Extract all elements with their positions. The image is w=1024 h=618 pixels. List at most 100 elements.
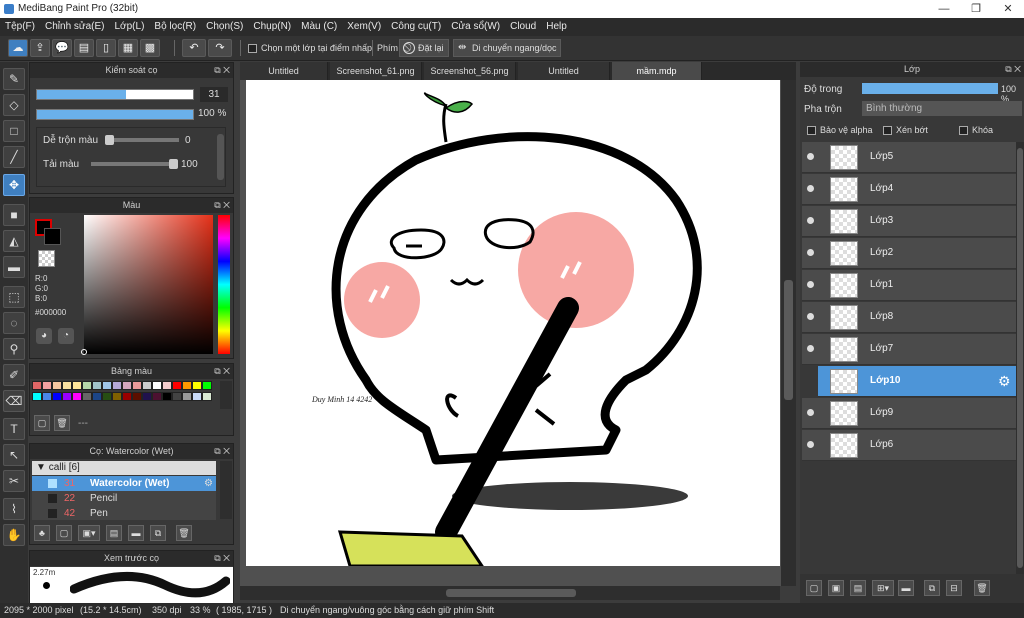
- eye-icon[interactable]: [807, 409, 814, 416]
- gear-icon[interactable]: ⚙: [204, 476, 213, 491]
- new-color-layer-icon[interactable]: ▣: [828, 580, 844, 596]
- palette-swatch[interactable]: [122, 392, 132, 401]
- layer-row[interactable]: Lớp4: [802, 174, 1016, 205]
- menu-item[interactable]: Xem(V): [342, 18, 386, 36]
- canvas-vertical-scrollbar[interactable]: [781, 80, 796, 586]
- palette-swatch[interactable]: [62, 392, 72, 401]
- brush-folder-icon[interactable]: ▬: [128, 525, 144, 541]
- protect-alpha-checkbox[interactable]: [807, 125, 816, 136]
- layer-row[interactable]: Lớp2: [802, 238, 1016, 269]
- magic-wand-tool-icon[interactable]: ⚲: [3, 338, 25, 360]
- tab-untitled-1[interactable]: Untitled: [240, 62, 328, 80]
- select-rect-tool-icon[interactable]: ⬚: [3, 286, 25, 308]
- gradient-tool-icon[interactable]: ▬: [3, 256, 25, 278]
- blend-mode-select[interactable]: Bình thường: [862, 101, 1022, 116]
- lock-checkbox[interactable]: [959, 125, 968, 136]
- palette-swatch[interactable]: [72, 392, 82, 401]
- undo-icon[interactable]: ↶: [182, 39, 206, 57]
- panel-controls-icon[interactable]: ⧉ ✕: [1005, 62, 1021, 77]
- move-tool-icon[interactable]: ✥: [3, 174, 25, 196]
- layer-row[interactable]: Lớp1: [802, 270, 1016, 301]
- palette-swatch[interactable]: [202, 381, 212, 390]
- fill-rect-tool-icon[interactable]: ■: [3, 204, 25, 226]
- layer-row[interactable]: Lớp10 ⚙: [818, 366, 1016, 397]
- upload-icon[interactable]: ⇪: [30, 39, 50, 57]
- menu-item[interactable]: Chụp(N): [248, 18, 296, 36]
- palette-swatch[interactable]: [102, 381, 112, 390]
- pen-tool-icon[interactable]: ╱: [3, 146, 25, 168]
- brush-opacity-slider[interactable]: [36, 109, 194, 120]
- blend-knob[interactable]: [105, 135, 114, 145]
- new-brush-icon[interactable]: ▢: [56, 525, 72, 541]
- panel-controls-icon[interactable]: ⧉ ✕: [214, 63, 230, 78]
- tab-untitled-2[interactable]: Untitled: [518, 62, 610, 80]
- layer-scrollbar[interactable]: [1016, 142, 1024, 576]
- reset-button[interactable]: ⃠ Đặt lại: [399, 39, 449, 57]
- gear-icon[interactable]: ⚙: [998, 373, 1011, 390]
- rectangle-tool-icon[interactable]: □: [3, 120, 25, 142]
- layer-row[interactable]: Lớp8: [802, 302, 1016, 333]
- palette-scrollbar[interactable]: [220, 381, 232, 409]
- menu-item[interactable]: Cloud: [505, 18, 541, 36]
- comment-icon[interactable]: ▤: [74, 39, 94, 57]
- color-wheel-icon[interactable]: ◕: [36, 328, 52, 344]
- palette-swatch[interactable]: [202, 392, 212, 401]
- palette-swatch[interactable]: [72, 381, 82, 390]
- close-icon[interactable]: ✕: [992, 0, 1024, 18]
- new-halftone-layer-icon[interactable]: ▤: [850, 580, 866, 596]
- tab-mam[interactable]: mầm.mdp: [612, 62, 702, 80]
- eraser-tool-icon[interactable]: ◇: [3, 94, 25, 116]
- color-saturation-picker[interactable]: [81, 215, 213, 355]
- menu-item[interactable]: Chỉnh sửa(E): [40, 18, 110, 36]
- palette-swatch[interactable]: [62, 381, 72, 390]
- layer-opacity-slider[interactable]: [862, 83, 998, 94]
- menu-item[interactable]: Help: [541, 18, 572, 36]
- canvas-horizontal-scrollbar[interactable]: [240, 586, 780, 600]
- eye-icon[interactable]: [807, 249, 814, 256]
- layer-row[interactable]: Lớp9: [802, 398, 1016, 429]
- refill-knob[interactable]: [169, 159, 178, 169]
- palette-swatch[interactable]: [132, 381, 142, 390]
- blend-slider[interactable]: [105, 135, 179, 145]
- brush-group[interactable]: ▼ calli [6]: [32, 461, 216, 475]
- menu-item[interactable]: Bộ lọc(R): [149, 18, 201, 36]
- palette-swatch[interactable]: [142, 392, 152, 401]
- tab-screenshot-56[interactable]: Screenshot_56.png: [424, 62, 516, 80]
- lasso-tool-icon[interactable]: ◌: [3, 312, 25, 334]
- delete-palette-icon[interactable]: 🗑: [54, 415, 70, 431]
- eye-icon[interactable]: [807, 153, 814, 160]
- eyedropper-tool-icon[interactable]: ⌇: [3, 498, 25, 520]
- eye-icon[interactable]: [807, 185, 814, 192]
- hand-tool-icon[interactable]: ✋: [3, 524, 25, 546]
- select-layer-checkbox[interactable]: [248, 43, 257, 54]
- add-layer-menu-icon[interactable]: ⊞▾: [872, 580, 894, 596]
- layer-row[interactable]: Lớp3: [802, 206, 1016, 237]
- brush-size-value[interactable]: 31: [200, 87, 228, 102]
- duplicate-layer-icon[interactable]: ⧉: [924, 580, 940, 596]
- params-scrollbar[interactable]: [217, 134, 224, 180]
- palette-swatch[interactable]: [192, 392, 202, 401]
- new-palette-icon[interactable]: ▢: [34, 415, 50, 431]
- layer-scroll-thumb[interactable]: [1017, 148, 1023, 568]
- grid-icon[interactable]: ▩: [140, 39, 160, 57]
- menu-item[interactable]: Lớp(L): [110, 18, 150, 36]
- merge-layer-icon[interactable]: ⊟: [946, 580, 962, 596]
- operation-tool-icon[interactable]: ↖: [3, 444, 25, 466]
- palette-swatch[interactable]: [192, 381, 202, 390]
- tab-screenshot-61[interactable]: Screenshot_61.png: [330, 62, 422, 80]
- palette-swatch[interactable]: [172, 381, 182, 390]
- transparent-color[interactable]: [38, 250, 55, 267]
- bucket-tool-icon[interactable]: ◭: [3, 230, 25, 252]
- divide-tool-icon[interactable]: ✂: [3, 470, 25, 492]
- clip-checkbox[interactable]: [883, 125, 892, 136]
- layer-folder-icon[interactable]: ▬: [898, 580, 914, 596]
- palette-swatch[interactable]: [172, 392, 182, 401]
- cloud-icon[interactable]: ☁: [8, 39, 28, 57]
- menu-item[interactable]: Tệp(F): [0, 18, 40, 36]
- palette-swatch[interactable]: [182, 381, 192, 390]
- palette-swatch[interactable]: [182, 392, 192, 401]
- brush-menu-icon[interactable]: ▣▾: [78, 525, 100, 541]
- background-color[interactable]: [44, 228, 61, 245]
- eye-icon[interactable]: [807, 345, 814, 352]
- palette-swatch[interactable]: [92, 392, 102, 401]
